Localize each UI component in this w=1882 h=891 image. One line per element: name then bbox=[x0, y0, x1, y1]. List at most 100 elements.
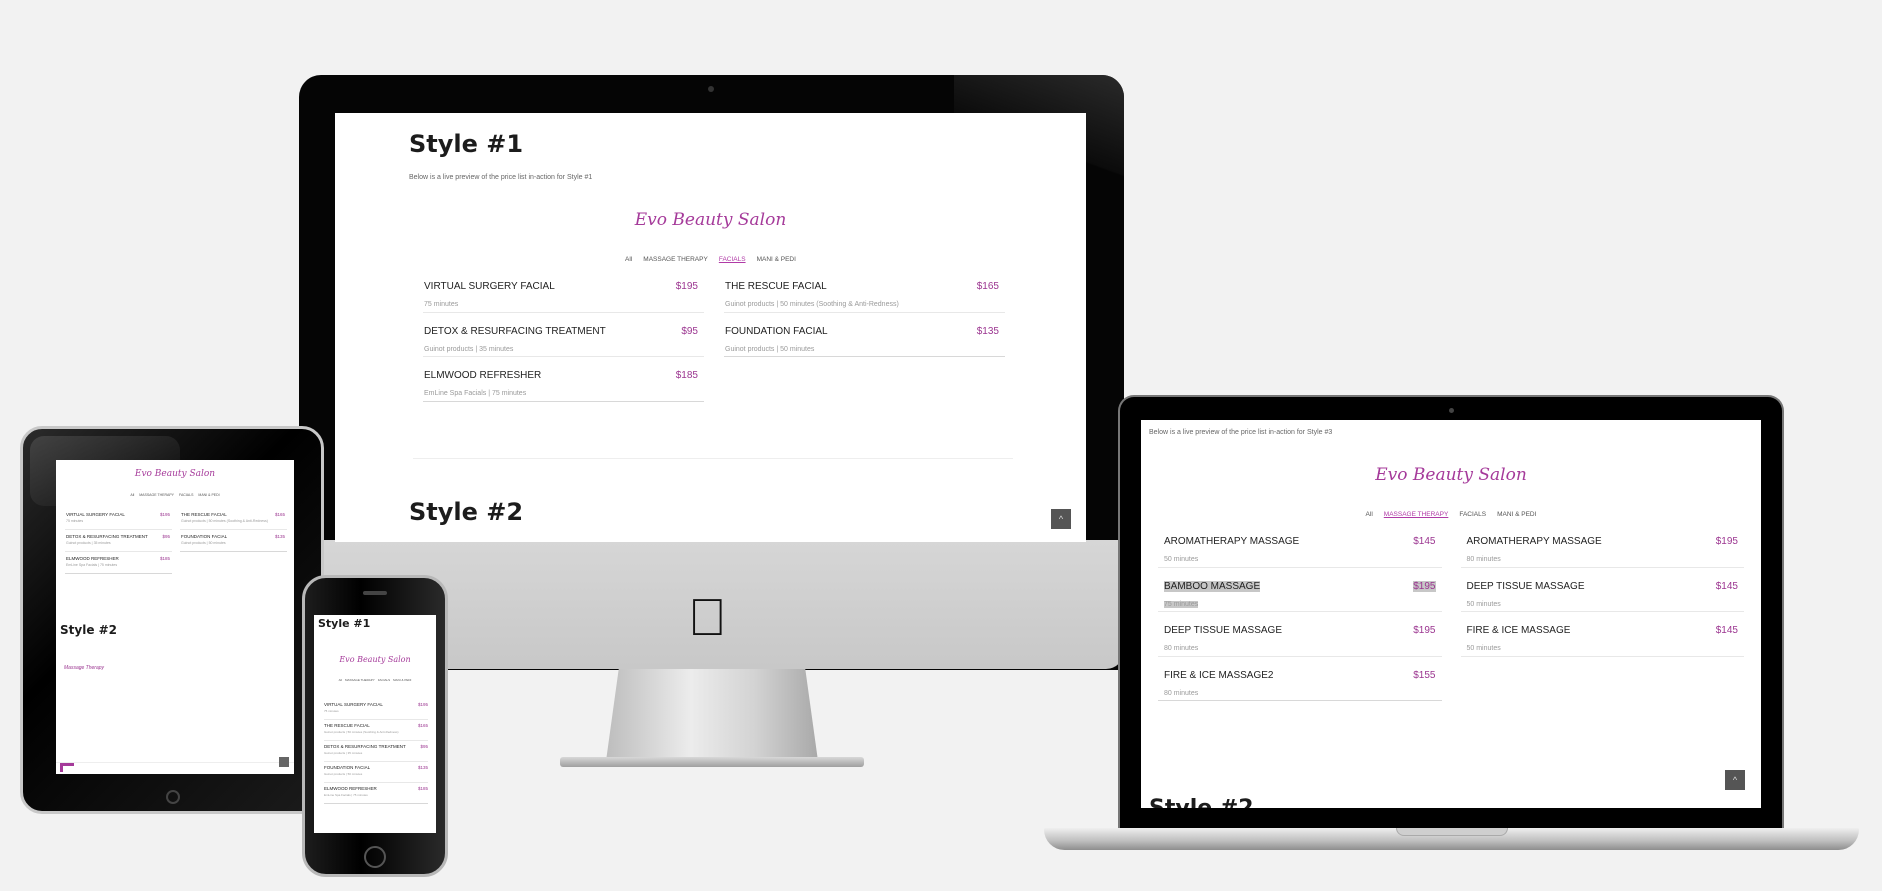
service-desc: Guinot products | 50 minutes bbox=[324, 772, 363, 776]
price-column-left: VIRTUAL SURGERY FACIAL $195 75 minutes DE… bbox=[65, 508, 172, 574]
service-name: VIRTUAL SURGERY FACIAL bbox=[324, 702, 383, 707]
price-item: DETOX & RESURFACING TREATMENT $95 Guinot … bbox=[65, 530, 172, 552]
service-price: $195 bbox=[1413, 580, 1436, 592]
section-subtitle: Massage Therapy bbox=[64, 665, 105, 671]
price-item: ELMWOOD REFRESHER $185 EmLine Spa Facials… bbox=[324, 783, 428, 804]
laptop-screen: Below is a live preview of the price lis… bbox=[1141, 420, 1761, 808]
price-item: DEEP TISSUE MASSAGE $145 50 minutes bbox=[1460, 568, 1744, 612]
apple-logo-icon:  bbox=[688, 592, 727, 644]
service-price: $165 bbox=[417, 723, 428, 728]
service-desc: EmLine Spa Facials | 75 minutes bbox=[424, 390, 527, 397]
brand-logo: Evo Beauty Salon bbox=[134, 469, 216, 479]
price-item: VIRTUAL SURGERY FACIAL $195 75 minutes bbox=[65, 508, 172, 530]
footer bbox=[56, 762, 294, 774]
category-filters: All MASSAGE THERAPY FACIALS MANI & PEDI bbox=[335, 256, 1086, 263]
service-price: $195 bbox=[1715, 536, 1738, 547]
filter-all[interactable]: All bbox=[339, 678, 342, 682]
service-desc: Guinot products | 35 minutes bbox=[424, 345, 514, 353]
filter-facials[interactable]: FACIALS bbox=[378, 678, 390, 682]
page-title: Style #1 bbox=[409, 130, 524, 158]
service-price: $185 bbox=[675, 370, 698, 381]
price-item: VIRTUAL SURGERY FACIAL $195 75 minutes bbox=[324, 699, 428, 720]
price-item: DETOX & RESURFACING TREATMENT $95 Guinot … bbox=[324, 741, 428, 762]
section-title: Style #2 bbox=[409, 498, 524, 526]
price-column-right: AROMATHERAPY MASSAGE $195 80 minutes DEEP… bbox=[1460, 523, 1744, 701]
service-desc: Guinot products | 50 minutes (Soothing &… bbox=[181, 519, 268, 523]
filter-facials[interactable]: FACIALS bbox=[719, 256, 746, 263]
filter-facials[interactable]: FACIALS bbox=[1459, 511, 1486, 518]
service-desc: Guinot products | 50 minutes bbox=[725, 345, 815, 353]
service-price: $95 bbox=[162, 534, 170, 539]
service-price: $145 bbox=[1715, 580, 1738, 592]
price-list: VIRTUAL SURGERY FACIAL $195 75 minutes TH… bbox=[324, 699, 428, 804]
filter-mani-pedi[interactable]: MANI & PEDI bbox=[757, 256, 796, 263]
back-to-top-button[interactable]: ^ bbox=[1051, 509, 1071, 529]
brand-logo: Evo Beauty Salon bbox=[339, 655, 411, 664]
imac-stand bbox=[606, 669, 818, 761]
brand-logo: Evo Beauty Salon bbox=[634, 210, 787, 230]
service-price: $195 bbox=[1413, 625, 1436, 636]
filter-facials[interactable]: FACIALS bbox=[179, 493, 193, 497]
service-name: DETOX & RESURFACING TREATMENT bbox=[424, 325, 606, 337]
price-item: AROMATHERAPY MASSAGE $145 50 minutes bbox=[1158, 523, 1442, 568]
filter-all[interactable]: All bbox=[1366, 511, 1373, 518]
price-item: ELMWOOD REFRESHER $185 EmLine Spa Facials… bbox=[423, 357, 704, 402]
service-desc: EmLine Spa Facials | 75 minutes bbox=[324, 793, 368, 797]
filter-all[interactable]: All bbox=[625, 256, 632, 263]
imac-foot bbox=[560, 757, 864, 767]
filter-massage-therapy[interactable]: MASSAGE THERAPY bbox=[345, 678, 375, 682]
service-name: AROMATHERAPY MASSAGE bbox=[1466, 536, 1602, 547]
service-price: $95 bbox=[681, 325, 698, 337]
category-filters: All MASSAGE THERAPY FACIALS MANI & PEDI bbox=[56, 493, 294, 497]
category-filters: All MASSAGE THERAPY FACIALS MANI & PEDI bbox=[314, 678, 436, 682]
filter-mani-pedi[interactable]: MANI & PEDI bbox=[393, 678, 411, 682]
tablet-screen: Evo Beauty Salon All MASSAGE THERAPY FAC… bbox=[56, 460, 294, 774]
service-price: $195 bbox=[159, 512, 170, 517]
service-desc: 50 minutes bbox=[1164, 556, 1199, 563]
price-item: ELMWOOD REFRESHER $185 EmLine Spa Facials… bbox=[65, 552, 172, 574]
service-name: BAMBOO MASSAGE bbox=[1164, 580, 1261, 592]
service-name: FOUNDATION FACIAL bbox=[324, 765, 371, 770]
service-price: $195 bbox=[417, 702, 428, 707]
page-title: Style #1 bbox=[318, 617, 371, 630]
camera-icon bbox=[1449, 408, 1454, 413]
back-to-top-button[interactable]: ^ bbox=[1725, 770, 1745, 790]
logo-mark-icon bbox=[60, 763, 74, 772]
service-name: ELMWOOD REFRESHER bbox=[424, 370, 542, 381]
filter-massage-therapy[interactable]: MASSAGE THERAPY bbox=[139, 493, 174, 497]
service-desc: 75 minutes bbox=[324, 709, 339, 713]
desktop-screen: Style #1 Below is a live preview of the … bbox=[335, 113, 1086, 542]
service-name: THE RESCUE FACIAL bbox=[181, 512, 227, 517]
price-item: DEEP TISSUE MASSAGE $195 80 minutes bbox=[1158, 612, 1442, 657]
price-list: AROMATHERAPY MASSAGE $145 50 minutes BAMB… bbox=[1158, 523, 1744, 701]
service-name: FIRE & ICE MASSAGE2 bbox=[1164, 669, 1274, 681]
filter-mani-pedi[interactable]: MANI & PEDI bbox=[198, 493, 219, 497]
price-item: VIRTUAL SURGERY FACIAL $195 75 minutes bbox=[423, 268, 704, 313]
service-name: FIRE & ICE MASSAGE bbox=[1466, 625, 1571, 636]
filter-massage-therapy[interactable]: MASSAGE THERAPY bbox=[643, 256, 708, 263]
section-divider bbox=[413, 458, 1013, 459]
price-item: AROMATHERAPY MASSAGE $195 80 minutes bbox=[1460, 523, 1744, 568]
service-desc: Guinot products | 35 minutes bbox=[324, 751, 363, 755]
speaker-icon bbox=[363, 591, 387, 595]
intro-text: Below is a live preview of the price lis… bbox=[1149, 429, 1333, 436]
service-price: $95 bbox=[420, 744, 428, 749]
service-name: DETOX & RESURFACING TREATMENT bbox=[324, 744, 406, 749]
price-item: FOUNDATION FACIAL $135 Guinot products | … bbox=[180, 530, 287, 552]
service-name: FOUNDATION FACIAL bbox=[181, 534, 228, 539]
filter-all[interactable]: All bbox=[130, 493, 134, 497]
service-price: $135 bbox=[417, 765, 428, 770]
service-price: $165 bbox=[976, 281, 999, 292]
intro-text: Below is a live preview of the price lis… bbox=[409, 174, 593, 181]
service-desc: Guinot products | 35 minutes bbox=[66, 541, 111, 545]
filter-mani-pedi[interactable]: MANI & PEDI bbox=[1497, 511, 1536, 518]
back-to-top-button[interactable] bbox=[279, 757, 289, 767]
price-item: THE RESCUE FACIAL $165 Guinot products | … bbox=[724, 268, 1005, 313]
service-price: $135 bbox=[976, 325, 999, 337]
price-item: FIRE & ICE MASSAGE $145 50 minutes bbox=[1460, 612, 1744, 657]
filter-massage-therapy[interactable]: MASSAGE THERAPY bbox=[1384, 511, 1449, 518]
service-desc: 75 minutes bbox=[424, 301, 459, 308]
price-column-right: THE RESCUE FACIAL $165 Guinot products | … bbox=[180, 508, 287, 574]
service-price: $145 bbox=[1715, 625, 1738, 636]
service-price: $145 bbox=[1413, 536, 1436, 547]
